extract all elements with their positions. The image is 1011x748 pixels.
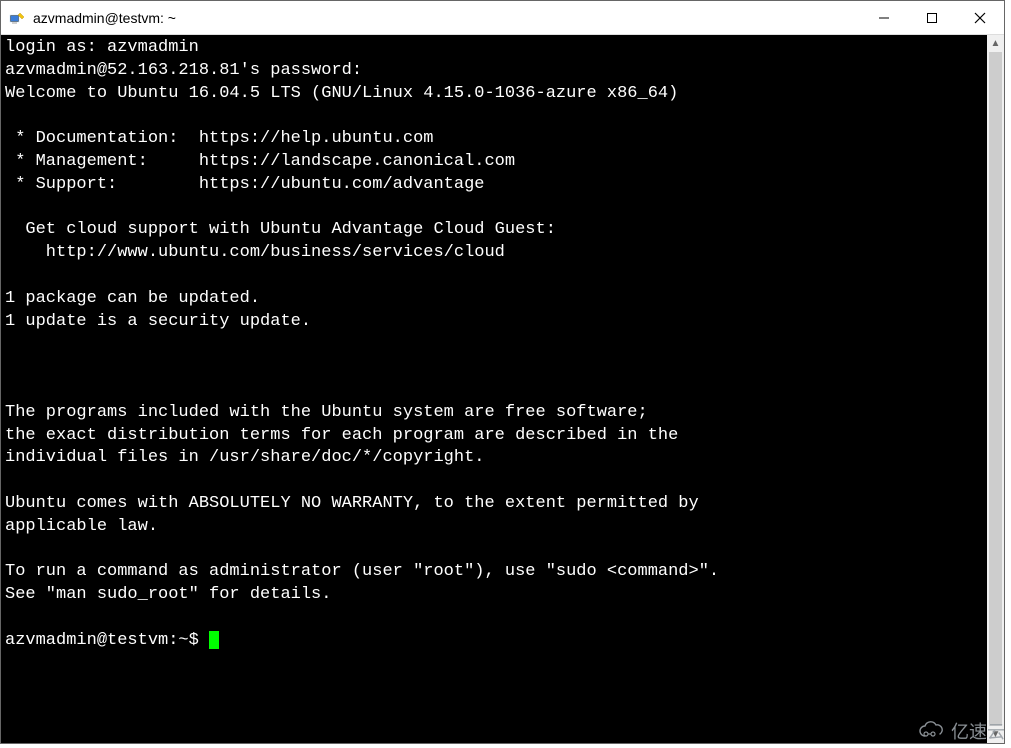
titlebar[interactable]: azvmadmin@testvm: ~ [1, 1, 1004, 35]
putty-icon [9, 10, 25, 26]
terminal-line: individual files in /usr/share/doc/*/cop… [5, 448, 484, 467]
terminal-line: * Documentation: https://help.ubuntu.com [5, 129, 433, 148]
terminal-line: azvmadmin@52.163.218.81's password: [5, 61, 362, 80]
scroll-up-icon[interactable]: ▲ [987, 35, 1004, 52]
close-button[interactable] [956, 1, 1004, 34]
terminal-line: http://www.ubuntu.com/business/services/… [5, 243, 505, 262]
window-title: azvmadmin@testvm: ~ [33, 10, 176, 26]
terminal-line: Ubuntu comes with ABSOLUTELY NO WARRANTY… [5, 494, 699, 513]
window-controls [860, 1, 1004, 34]
titlebar-left: azvmadmin@testvm: ~ [1, 10, 860, 26]
scroll-down-icon[interactable]: ▼ [987, 726, 1004, 743]
terminal-line: Welcome to Ubuntu 16.04.5 LTS (GNU/Linux… [5, 84, 678, 103]
scrollbar[interactable]: ▲ ▼ [987, 35, 1004, 743]
terminal-line: To run a command as administrator (user … [5, 562, 719, 581]
terminal-line: 1 update is a security update. [5, 312, 311, 331]
app-window: azvmadmin@testvm: ~ login as: azvmadmin … [0, 0, 1005, 744]
terminal-line: the exact distribution terms for each pr… [5, 426, 678, 445]
cursor-icon [209, 631, 219, 649]
scroll-thumb[interactable] [989, 52, 1002, 726]
terminal-line: Get cloud support with Ubuntu Advantage … [5, 220, 556, 239]
terminal-line: applicable law. [5, 517, 158, 536]
shell-prompt: azvmadmin@testvm:~$ [5, 631, 209, 650]
terminal-area: login as: azvmadmin azvmadmin@52.163.218… [1, 35, 1004, 743]
terminal-line: login as: azvmadmin [5, 38, 199, 57]
scroll-track[interactable] [987, 52, 1004, 726]
terminal[interactable]: login as: azvmadmin azvmadmin@52.163.218… [1, 35, 987, 743]
maximize-button[interactable] [908, 1, 956, 34]
terminal-line: The programs included with the Ubuntu sy… [5, 403, 648, 422]
terminal-line: See "man sudo_root" for details. [5, 585, 331, 604]
terminal-line: * Support: https://ubuntu.com/advantage [5, 175, 484, 194]
minimize-button[interactable] [860, 1, 908, 34]
terminal-line: * Management: https://landscape.canonica… [5, 152, 515, 171]
terminal-line: 1 package can be updated. [5, 289, 260, 308]
